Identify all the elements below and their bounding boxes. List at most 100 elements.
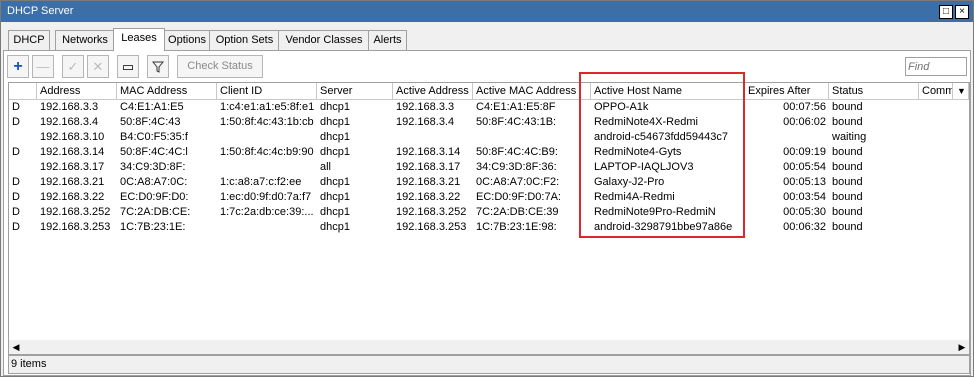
maximize-icon[interactable]: □ bbox=[939, 5, 953, 19]
cell-server: dhcp1 bbox=[320, 176, 350, 188]
cell-address: 192.168.3.17 bbox=[40, 161, 105, 173]
header-active-mac-address[interactable]: Active MAC Address bbox=[473, 83, 591, 99]
cell-active-address: 192.168.3.21 bbox=[396, 176, 461, 188]
cell-status: bound bbox=[832, 206, 863, 218]
add-icon[interactable]: + bbox=[7, 55, 29, 78]
cell-mac-address: EC:D0:9F:D0: bbox=[120, 191, 189, 203]
cell-active-host-name: Redmi4A-Redmi bbox=[594, 191, 675, 203]
cell-active-address bbox=[393, 130, 473, 145]
cell-mac-address: B4:C0:F5:35:f bbox=[120, 131, 188, 143]
cell-comment bbox=[919, 175, 969, 190]
find-field[interactable] bbox=[905, 57, 967, 76]
horizontal-scrollbar[interactable]: ◀ ▶ bbox=[8, 340, 970, 355]
tab-networks[interactable]: Networks bbox=[55, 30, 115, 50]
items-count: 9 items bbox=[11, 358, 47, 370]
cell-expires-after: 00:03:54 bbox=[783, 191, 826, 203]
scroll-left-icon[interactable]: ◀ bbox=[9, 340, 23, 354]
scroll-right-icon[interactable]: ▶ bbox=[955, 340, 969, 354]
leases-table: Address MAC Address Client ID Server Act… bbox=[8, 82, 970, 342]
cell-server: dhcp1 bbox=[320, 206, 350, 218]
cell-comment bbox=[919, 220, 969, 235]
cell-active-host-name: RedmiNote4X-Redmi bbox=[594, 116, 698, 128]
table-row[interactable]: D 192.168.3.253 1C:7B:23:1E: dhcp1 192.168.3… bbox=[9, 220, 969, 235]
table-row[interactable]: D 192.168.3.22 EC:D0:9F:D0: 1:ec:d0:9f:d0:7… bbox=[9, 190, 969, 205]
tab-alerts[interactable]: Alerts bbox=[368, 30, 407, 50]
filter-icon[interactable] bbox=[147, 55, 169, 78]
cell-client-id: 1:c4:e1:a1:e5:8f:e1 bbox=[220, 101, 315, 113]
cell-flag: D bbox=[12, 206, 20, 218]
comment-icon[interactable]: ▭ bbox=[117, 55, 139, 78]
cell-status: bound bbox=[832, 101, 863, 113]
cell-server: dhcp1 bbox=[320, 146, 350, 158]
header-server[interactable]: Server bbox=[317, 83, 393, 99]
cell-client-id: 1:50:8f:4c:43:1b:cb bbox=[220, 116, 314, 128]
cell-server: dhcp1 bbox=[320, 131, 350, 143]
cell-address: 192.168.3.4 bbox=[40, 116, 99, 128]
cell-active-mac: 7C:2A:DB:CE:39 bbox=[476, 206, 559, 218]
cell-server: all bbox=[320, 161, 332, 173]
cell-flag: D bbox=[12, 116, 20, 128]
cell-expires-after bbox=[745, 130, 829, 145]
cell-expires-after: 00:06:32 bbox=[783, 221, 826, 233]
header-active-host-name[interactable]: Active Host Name bbox=[591, 83, 745, 99]
cell-status: waiting bbox=[832, 131, 867, 143]
cell-comment bbox=[919, 145, 969, 160]
cell-address: 192.168.3.252 bbox=[40, 206, 111, 218]
table-row[interactable]: D 192.168.3.3 C4:E1:A1:E5 1:c4:e1:a1:e5:8f:… bbox=[9, 100, 969, 115]
tab-leases[interactable]: Leases bbox=[113, 28, 165, 51]
table-row[interactable]: D 192.168.3.14 50:8F:4C:4C:l 1:50:8f:4c:4c:… bbox=[9, 145, 969, 160]
tab-options[interactable]: Options bbox=[163, 30, 211, 50]
cell-active-address: 192.168.3.17 bbox=[396, 161, 461, 173]
cell-flag: D bbox=[12, 101, 20, 113]
cell-active-host-name: Galaxy-J2-Pro bbox=[594, 176, 665, 188]
cell-active-mac bbox=[473, 130, 591, 145]
table-row[interactable]: D 192.168.3.4 50:8F:4C:43 1:50:8f:4c:43:1b:… bbox=[9, 115, 969, 130]
cell-expires-after: 00:05:30 bbox=[783, 206, 826, 218]
cell-active-mac: 50:8F:4C:4C:B9: bbox=[476, 146, 558, 158]
check-status-button[interactable]: Check Status bbox=[177, 55, 263, 78]
tab-dhcp[interactable]: DHCP bbox=[8, 30, 50, 50]
tab-vendor-classes[interactable]: Vendor Classes bbox=[278, 30, 370, 50]
find-input[interactable] bbox=[906, 58, 966, 75]
tab-option-sets[interactable]: Option Sets bbox=[209, 30, 280, 50]
table-row[interactable]: D 192.168.3.21 0C:A8:A7:0C: 1:c:a8:a7:c:f2:… bbox=[9, 175, 969, 190]
table-row[interactable]: 192.168.3.10 B4:C0:F5:35:f dhcp1 android-c5… bbox=[9, 130, 969, 145]
header-active-address[interactable]: Active Address bbox=[393, 83, 473, 99]
cell-client-id bbox=[217, 160, 317, 175]
header-comment[interactable]: Comme bbox=[919, 83, 953, 99]
column-menu-icon[interactable]: ▼ bbox=[953, 83, 969, 99]
table-row[interactable]: D 192.168.3.252 7C:2A:DB:CE: 1:7c:2a:db:ce:… bbox=[9, 205, 969, 220]
close-icon[interactable]: × bbox=[955, 5, 969, 19]
cell-expires-after: 00:05:13 bbox=[783, 176, 826, 188]
cell-client-id: 1:ec:d0:9f:d0:7a:f7 bbox=[220, 191, 312, 203]
cell-active-address: 192.168.3.253 bbox=[396, 221, 467, 233]
cell-active-host-name: LAPTOP-IAQLJOV3 bbox=[594, 161, 694, 173]
cell-active-address: 192.168.3.3 bbox=[396, 101, 455, 113]
cell-mac-address: C4:E1:A1:E5 bbox=[120, 101, 184, 113]
dhcp-server-window: DHCP Server □ × DHCP Networks Leases Opt… bbox=[0, 0, 974, 377]
header-flags[interactable] bbox=[9, 83, 37, 99]
title-bar[interactable]: DHCP Server □ × bbox=[1, 1, 973, 22]
table-row[interactable]: 192.168.3.17 34:C9:3D:8F: all 192.168.3.17 3… bbox=[9, 160, 969, 175]
status-bar: 9 items bbox=[8, 355, 970, 374]
cell-flag bbox=[9, 130, 37, 145]
enable-icon[interactable]: ✓ bbox=[62, 55, 84, 78]
cell-status: bound bbox=[832, 221, 863, 233]
cell-mac-address: 7C:2A:DB:CE: bbox=[120, 206, 191, 218]
cell-status: bound bbox=[832, 116, 863, 128]
header-address[interactable]: Address bbox=[37, 83, 117, 99]
cell-flag: D bbox=[12, 146, 20, 158]
header-expires-after[interactable]: Expires After bbox=[745, 83, 829, 99]
cell-client-id bbox=[217, 220, 317, 235]
cell-active-mac: 1C:7B:23:1E:98: bbox=[476, 221, 557, 233]
cell-expires-after: 00:09:19 bbox=[783, 146, 826, 158]
cell-active-mac: 0C:A8:A7:0C:F2: bbox=[476, 176, 560, 188]
header-client-id[interactable]: Client ID bbox=[217, 83, 317, 99]
cell-server: dhcp1 bbox=[320, 191, 350, 203]
cell-flag: D bbox=[12, 191, 20, 203]
disable-icon[interactable]: ✕ bbox=[87, 55, 109, 78]
remove-icon[interactable]: — bbox=[32, 55, 54, 78]
header-status[interactable]: Status bbox=[829, 83, 919, 99]
cell-comment bbox=[919, 160, 969, 175]
header-mac-address[interactable]: MAC Address bbox=[117, 83, 217, 99]
